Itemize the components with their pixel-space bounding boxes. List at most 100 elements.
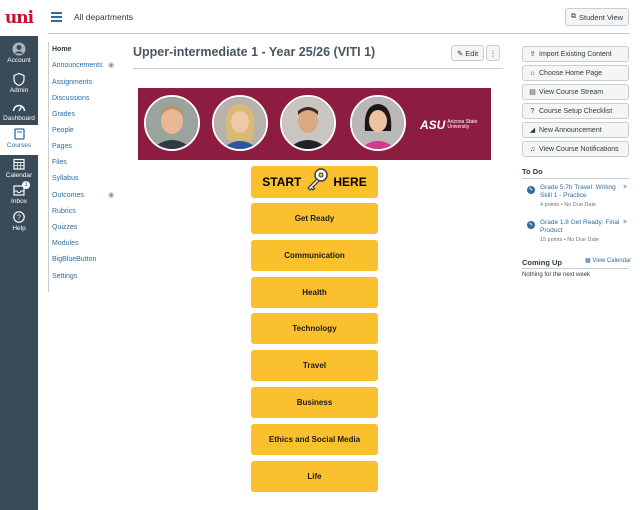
life-button[interactable]: Life (251, 461, 378, 492)
edit-button[interactable]: ✎ Edit (451, 45, 485, 61)
course-nav-people[interactable]: People (52, 127, 74, 134)
header-divider (48, 33, 630, 34)
breadcrumb[interactable]: All departments (74, 12, 133, 22)
more-options-icon: ⋮ (489, 48, 497, 58)
hamburger-menu-icon[interactable] (51, 12, 62, 24)
course-nav-modules[interactable]: Modules (52, 240, 78, 247)
nav-dashboard[interactable]: Dashboard (0, 100, 38, 126)
course-setup-checklist-button[interactable]: ? Course Setup Checklist (522, 103, 629, 119)
get-ready-button[interactable]: Get Ready (251, 203, 378, 234)
svg-text:?: ? (17, 215, 21, 222)
hidden-eye-icon[interactable]: ◉ (108, 191, 114, 199)
todo-meta: 4 points • No Due Date (540, 202, 597, 208)
assignment-icon: ✎ (527, 186, 535, 194)
bell-icon: ♫ (529, 145, 536, 153)
asu-logo: ASU Arizona State University (420, 118, 487, 132)
calendar-icon (12, 157, 26, 171)
import-content-button[interactable]: ⇪ Import Existing Content (522, 46, 629, 62)
course-nav-bigbluebutton[interactable]: BigBlueButton (52, 256, 96, 263)
instructor-photo (350, 95, 406, 151)
todo-heading: To Do (522, 167, 543, 176)
pencil-icon: ✎ (457, 48, 464, 58)
nav-inbox[interactable]: 1 Inbox (0, 181, 38, 209)
view-calendar-link[interactable]: ▦ View Calendar (585, 257, 631, 264)
business-button[interactable]: Business (251, 387, 378, 418)
todo-meta: 15 points • No Due Date (540, 237, 600, 243)
todo-item[interactable]: ✎ Grade 1.8 Get Ready: Final Product 15 … (527, 219, 629, 247)
course-nav-home[interactable]: Home (52, 46, 71, 53)
course-nav-grades[interactable]: Grades (52, 111, 75, 118)
global-nav: uni Account Admin Dashboard Courses Cale… (0, 0, 38, 510)
course-nav-pages[interactable]: Pages (52, 143, 72, 150)
coming-up-divider (522, 268, 629, 269)
course-nav-assignments[interactable]: Assignments (52, 79, 92, 86)
more-options-button[interactable]: ⋮ (486, 45, 500, 61)
course-nav-settings[interactable]: Settings (52, 273, 77, 280)
start-here-button[interactable]: START HERE (251, 166, 378, 198)
title-divider (133, 68, 503, 69)
instructor-photo (280, 95, 336, 151)
course-nav-outcomes[interactable]: Outcomes (52, 192, 84, 199)
todo-divider (522, 178, 629, 179)
todo-title[interactable]: Grade 5.7b Travel: Writing Skill 1 - Pra… (540, 184, 622, 200)
logo-text: uni (4, 8, 34, 28)
new-announcement-button[interactable]: ◢ New Announcement (522, 122, 629, 138)
todo-title[interactable]: Grade 1.8 Get Ready: Final Product (540, 219, 622, 235)
hidden-eye-icon[interactable]: ◉ (108, 61, 114, 69)
institution-logo[interactable]: uni (0, 0, 38, 36)
nav-dashboard-label: Dashboard (3, 115, 35, 122)
course-nav: Home Announcements ◉ Assignments Discuss… (48, 42, 118, 292)
communication-button[interactable]: Communication (251, 240, 378, 271)
stream-icon: ▤ (529, 89, 536, 96)
course-nav-files[interactable]: Files (52, 159, 67, 166)
todo-item[interactable]: ✎ Grade 5.7b Travel: Writing Skill 1 - P… (527, 184, 629, 214)
help-icon: ? (12, 210, 26, 224)
course-nav-rubrics[interactable]: Rubrics (52, 208, 76, 215)
import-icon: ⇪ (529, 51, 536, 58)
nav-inbox-label: Inbox (11, 198, 27, 205)
student-view-icon: ⧉ (571, 13, 576, 20)
ethics-social-media-button[interactable]: Ethics and Social Media (251, 424, 378, 455)
nav-help[interactable]: ? Help (0, 210, 38, 236)
nav-account[interactable]: Account (0, 42, 38, 68)
student-view-button[interactable]: ⧉ Student View (565, 8, 630, 26)
nav-calendar[interactable]: Calendar (0, 157, 38, 183)
nav-calendar-label: Calendar (5, 172, 33, 179)
new-announcement-label: New Announcement (539, 126, 602, 134)
dismiss-icon[interactable]: × (623, 184, 627, 191)
choose-home-page-button[interactable]: ⌂ Choose Home Page (522, 65, 629, 81)
course-nav-quizzes[interactable]: Quizzes (52, 224, 77, 231)
course-nav-discussions[interactable]: Discussions (52, 95, 89, 102)
dismiss-icon[interactable]: × (623, 219, 627, 226)
technology-button[interactable]: Technology (251, 313, 378, 344)
health-button[interactable]: Health (251, 277, 378, 308)
key-icon (304, 167, 330, 198)
announcement-icon: ◢ (529, 127, 536, 134)
instructor-photo (212, 95, 268, 151)
course-banner: ASU Arizona State University (138, 88, 491, 160)
course-nav-syllabus[interactable]: Syllabus (52, 175, 78, 182)
course-setup-checklist-label: Course Setup Checklist (539, 107, 613, 115)
book-icon (12, 127, 26, 141)
course-nav-announcements[interactable]: Announcements (52, 62, 103, 69)
nav-admin-label: Admin (9, 87, 29, 94)
inbox-badge: 1 (22, 181, 30, 189)
coming-up-heading: Coming Up (522, 258, 562, 267)
travel-button[interactable]: Travel (251, 350, 378, 381)
nav-admin[interactable]: Admin (0, 72, 38, 98)
view-course-stream-button[interactable]: ▤ View Course Stream (522, 84, 629, 100)
coming-up-empty: Nothing for the next week (522, 272, 591, 278)
view-course-notifications-label: View Course Notifications (539, 145, 619, 153)
assignment-icon: ✎ (527, 221, 535, 229)
page-title: Upper-intermediate 1 - Year 25/26 (VITI … (133, 45, 376, 59)
nav-help-label: Help (12, 225, 26, 232)
nav-account-label: Account (7, 57, 31, 64)
choose-home-page-label: Choose Home Page (539, 69, 603, 77)
home-icon: ⌂ (530, 69, 535, 77)
asu-logo-text: Arizona State University (447, 118, 478, 130)
nav-courses-label: Courses (6, 142, 32, 149)
import-content-label: Import Existing Content (539, 50, 612, 58)
nav-courses[interactable]: Courses (0, 125, 38, 155)
view-course-notifications-button[interactable]: ♫ View Course Notifications (522, 141, 629, 157)
edit-label: Edit (465, 48, 479, 58)
